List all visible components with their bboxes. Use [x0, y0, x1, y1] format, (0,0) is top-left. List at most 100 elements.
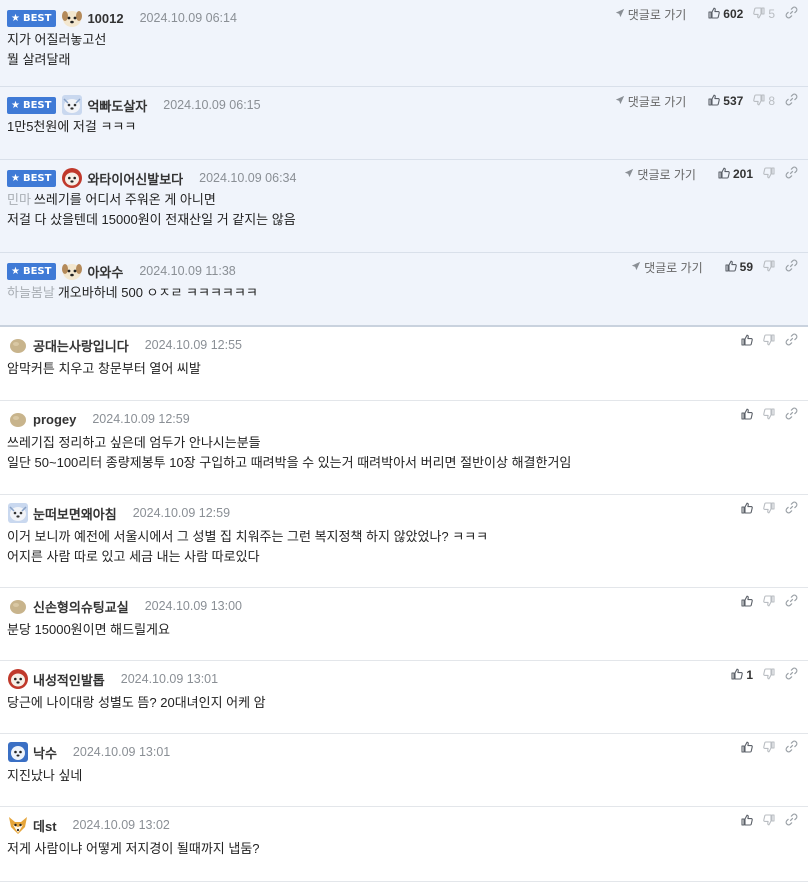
goto-reply-link[interactable]: 댓글로 가기: [615, 6, 687, 23]
dislike-button[interactable]: [763, 407, 775, 423]
nickname[interactable]: 내성적인발톱: [33, 670, 105, 689]
comment-actions: 댓글로 가기 59: [631, 259, 798, 275]
dislike-button[interactable]: [763, 333, 775, 349]
comment-text: 지진났나 싶네: [7, 768, 83, 783]
avatar[interactable]: [7, 408, 29, 430]
nickname[interactable]: 억빠도살자: [87, 96, 147, 115]
comment-actions: [731, 740, 798, 756]
dislike-button[interactable]: [763, 501, 775, 517]
avatar[interactable]: [7, 334, 29, 356]
thumbs-down-icon: [763, 166, 775, 182]
nickname[interactable]: 공대는사랑입니다: [33, 336, 129, 355]
share-link-button[interactable]: [785, 93, 798, 109]
nickname[interactable]: 신손형의슈팅교실: [33, 597, 129, 616]
reply-target[interactable]: 하늘봄날: [7, 285, 55, 300]
like-button[interactable]: [741, 408, 753, 423]
reply-target[interactable]: 민마: [7, 192, 31, 207]
comment-text: 쓰레기집 정리하고 싶은데 엄두가 안나시는분들: [7, 435, 261, 450]
goto-reply-link[interactable]: 댓글로 가기: [624, 166, 696, 183]
thumbs-up-icon: [741, 814, 753, 829]
comment-text: 1만5천원에 저걸 ㅋㅋㅋ: [7, 119, 137, 134]
avatar[interactable]: [61, 7, 83, 29]
avatar[interactable]: [61, 94, 83, 116]
dislike-button[interactable]: [763, 667, 775, 683]
dislike-button[interactable]: [763, 594, 775, 610]
dislike-button[interactable]: [763, 740, 775, 756]
like-count: 59: [739, 260, 753, 274]
share-link-button[interactable]: [785, 333, 798, 349]
share-link-button[interactable]: [785, 667, 798, 683]
nickname[interactable]: progey: [33, 412, 76, 427]
comment: 신손형의슈팅교실 2024.10.09 13:00 분당 15000원이면 해드릴게…: [0, 588, 808, 661]
star-icon: ★: [11, 12, 20, 24]
comment-body: 지가 어질러놓고선 뭘 살려달래: [7, 30, 106, 70]
like-button[interactable]: [741, 595, 753, 610]
comment-actions: 1: [721, 667, 798, 683]
timestamp: 2024.10.09 11:38: [139, 264, 236, 278]
nickname[interactable]: 아와수: [87, 262, 123, 281]
like-button[interactable]: 59: [725, 260, 753, 275]
comment-line: 저걸 다 샀을텐데 15000원이 전재산일 거 같지는 않음: [7, 210, 296, 230]
nickname[interactable]: 눈떠보면왜아침: [33, 504, 117, 523]
share-link-button[interactable]: [785, 166, 798, 182]
nickname[interactable]: 낙수: [33, 743, 57, 762]
avatar[interactable]: [7, 741, 29, 763]
share-link-button[interactable]: [785, 740, 798, 756]
share-link-button[interactable]: [785, 594, 798, 610]
like-button[interactable]: 201: [718, 167, 753, 182]
dislike-button[interactable]: 8: [753, 93, 775, 109]
comment-actions: 댓글로 가기 537 8: [615, 93, 798, 109]
dislike-count: 8: [768, 94, 775, 108]
nickname[interactable]: 데st: [33, 816, 57, 835]
goto-reply-link[interactable]: 댓글로 가기: [615, 93, 686, 110]
share-link-button[interactable]: [785, 6, 798, 22]
share-link-button[interactable]: [785, 813, 798, 829]
thumbs-down-icon: [763, 594, 775, 610]
comment: 낙수 2024.10.09 13:01 지진났나 싶네: [0, 734, 808, 807]
comment-line: 당근에 나이대랑 성별도 뜸? 20대녀인지 어케 암: [7, 693, 266, 713]
comment-actions: [731, 407, 798, 423]
avatar[interactable]: [61, 167, 83, 189]
dislike-button[interactable]: [763, 259, 775, 275]
avatar[interactable]: [7, 668, 29, 690]
comment-line: 어지른 사람 따로 있고 세금 내는 사람 따로있다: [7, 547, 488, 567]
comment-body: 이거 보니까 예전에 서울시에서 그 성별 집 치워주는 그런 복지정책 하지 …: [7, 527, 488, 567]
nickname[interactable]: 와타이어신발보다: [87, 169, 183, 188]
dislike-button[interactable]: 5: [753, 6, 775, 22]
like-button[interactable]: 1: [731, 668, 753, 683]
avatar[interactable]: [61, 260, 83, 282]
thumbs-up-icon: [731, 668, 744, 683]
link-icon: [785, 594, 798, 610]
like-button[interactable]: 602: [708, 7, 743, 22]
comment-body: 저게 사람이냐 어떻게 저지경이 될때까지 냅둠?: [7, 839, 260, 859]
goto-reply-label: 댓글로 가기: [627, 7, 687, 22]
like-button[interactable]: [741, 814, 753, 829]
best-comment: ★ BEST 10012 2024.10.09 06:14 댓글로 가기 602 5 지가 어…: [0, 0, 808, 87]
comment-line: 쓰레기집 정리하고 싶은데 엄두가 안나시는분들: [7, 433, 571, 453]
comment-actions: 댓글로 가기 602 5: [615, 6, 798, 22]
dislike-count: 5: [768, 7, 775, 21]
comment-header: 낙수 2024.10.09 13:01: [7, 741, 170, 763]
like-button[interactable]: 537: [708, 94, 743, 109]
comment-body: 1만5천원에 저걸 ㅋㅋㅋ: [7, 117, 136, 137]
thumbs-down-icon: [763, 333, 775, 349]
share-link-button[interactable]: [785, 501, 798, 517]
dislike-button[interactable]: [763, 813, 775, 829]
thumbs-up-icon: [741, 334, 753, 349]
like-button[interactable]: [741, 741, 753, 756]
goto-reply-link[interactable]: 댓글로 가기: [631, 259, 703, 276]
avatar[interactable]: [7, 595, 29, 617]
nickname[interactable]: 10012: [87, 11, 123, 26]
dislike-button[interactable]: [763, 166, 775, 182]
like-count: 1: [746, 668, 753, 682]
like-button[interactable]: [741, 502, 753, 517]
link-icon: [785, 333, 798, 349]
comment-line: 민마 쓰레기를 어디서 주워온 게 아니면: [7, 190, 296, 210]
like-button[interactable]: [741, 334, 753, 349]
avatar[interactable]: [7, 814, 29, 836]
comment-text: 뭘 살려달래: [7, 52, 71, 67]
share-link-button[interactable]: [785, 407, 798, 423]
share-link-button[interactable]: [785, 259, 798, 275]
best-badge-label: BEST: [22, 99, 52, 111]
avatar[interactable]: [7, 502, 29, 524]
